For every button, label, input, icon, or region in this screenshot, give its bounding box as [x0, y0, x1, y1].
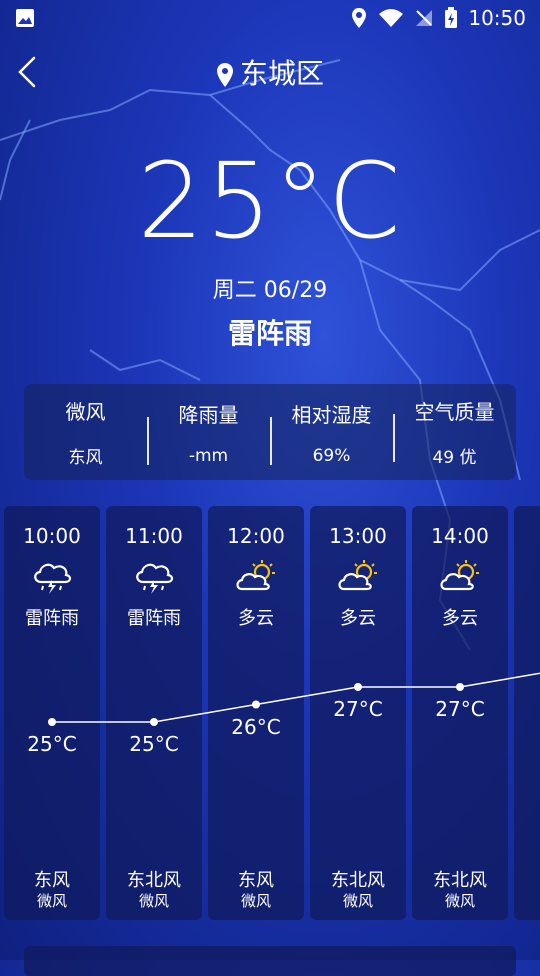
temperature-point [354, 683, 362, 691]
rainfall-value: -mm [188, 445, 229, 466]
next-panel [24, 946, 516, 976]
hourly-forecast[interactable]: 10:00 雷阵雨 东风 微风 25°C 11:00 雷阵雨 东北风 微风 25°C 12:00 多云… [0, 506, 540, 922]
humidity-cell: 相对湿度 69% [270, 399, 393, 466]
gallery-notification-icon [16, 9, 34, 27]
location-status-icon [352, 8, 367, 28]
temperature-point [456, 683, 464, 691]
map-pin-icon [216, 63, 233, 87]
rainfall-label: 降雨量 [178, 402, 239, 427]
wind-label: 微风 [65, 400, 106, 424]
battery-charging-icon [445, 7, 458, 28]
status-bar: 10:50 [0, 0, 540, 36]
temperature-point [48, 718, 56, 726]
current-temperature: 25°C [137, 140, 403, 262]
no-signal-icon [416, 10, 433, 26]
wifi-icon [379, 9, 404, 27]
temperature-point [150, 718, 158, 726]
humidity-value: 69% [312, 445, 351, 466]
air-quality-value: 49 优 [432, 448, 477, 468]
air-quality-cell: 空气质量 49 优 [393, 396, 516, 468]
temperature-trend-line [48, 672, 540, 726]
weather-details-panel: 微风 东风 降雨量 -mm 相对湿度 69% 空气质量 49 优 [24, 384, 516, 480]
location-title[interactable]: 东城区 [0, 52, 540, 92]
wind-cell: 微风 东风 [24, 396, 147, 468]
top-bar: 东城区 [0, 48, 540, 96]
current-date: 周二 06/29 [212, 278, 328, 303]
rainfall-cell: 降雨量 -mm [147, 399, 270, 466]
status-time: 10:50 [468, 6, 526, 30]
current-condition: 雷阵雨 [227, 317, 312, 350]
location-name: 东城区 [239, 57, 324, 90]
air-quality-label: 空气质量 [414, 400, 495, 424]
wind-value: 东风 [68, 448, 103, 468]
humidity-label: 相对湿度 [291, 402, 372, 427]
temperature-point [252, 700, 260, 709]
